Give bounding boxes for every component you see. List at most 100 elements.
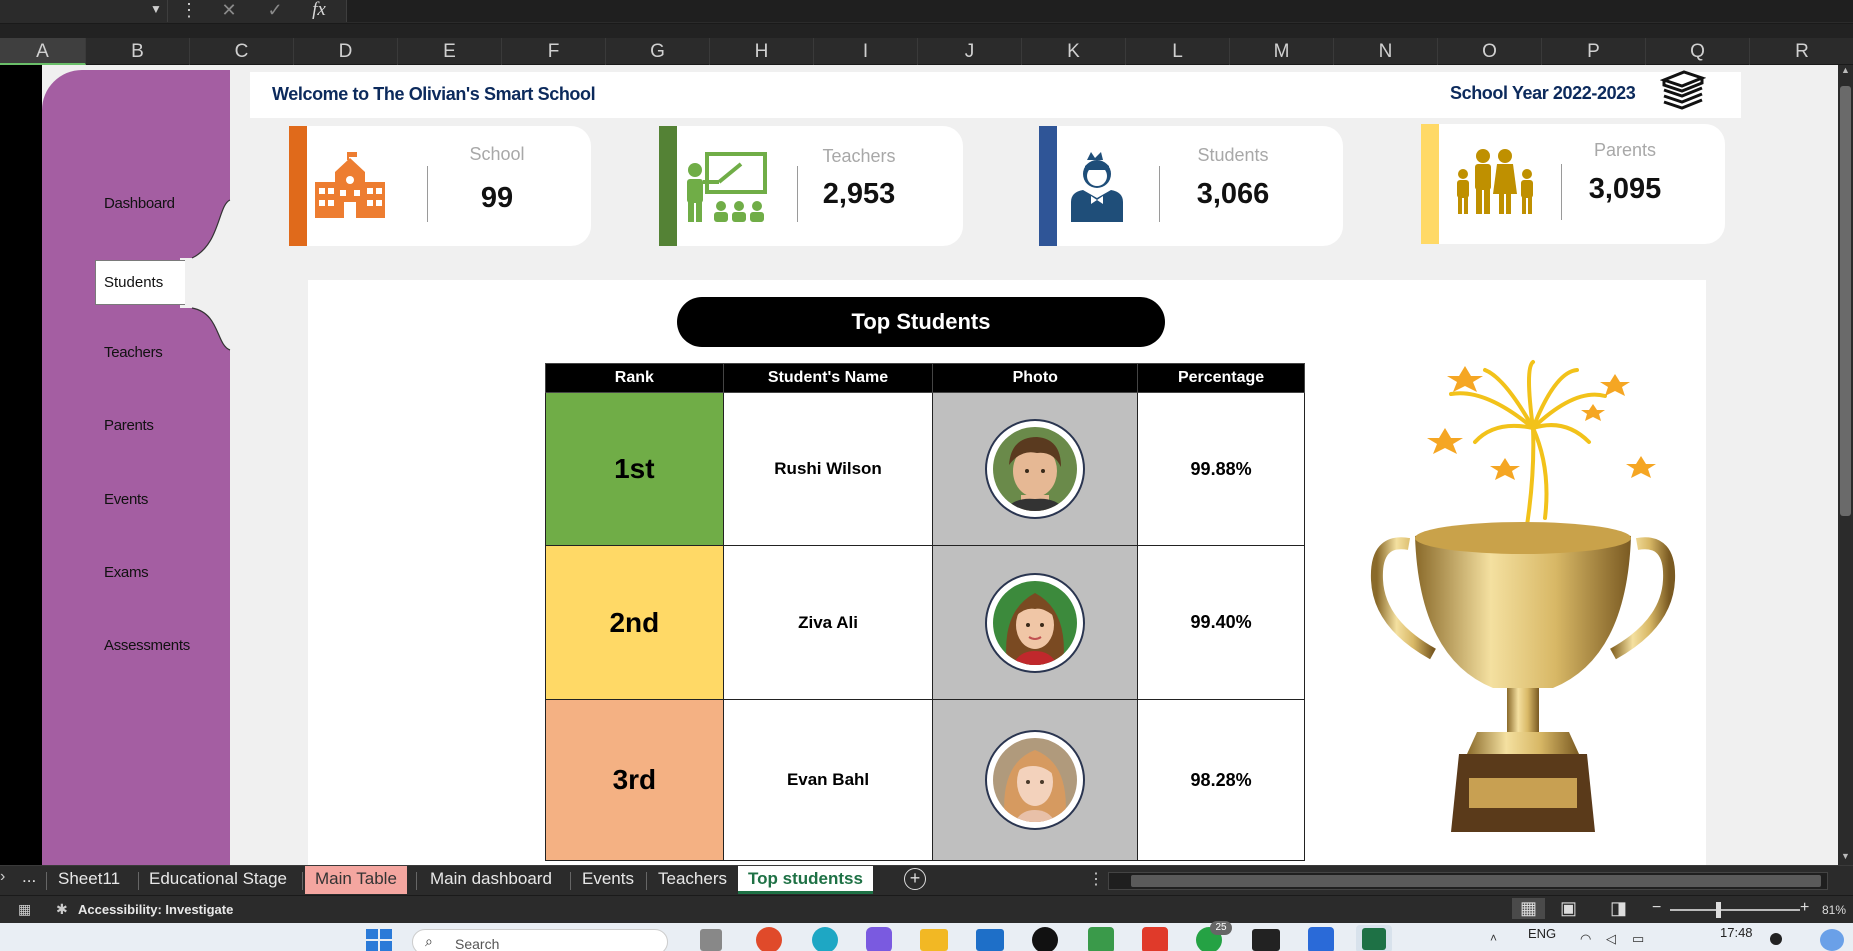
girl-portrait-icon xyxy=(993,738,1078,822)
tab-separator xyxy=(646,872,647,890)
column-header-o[interactable]: O xyxy=(1438,38,1542,65)
horizontal-scroll-thumb[interactable] xyxy=(1131,875,1821,887)
sidebar-item-teachers[interactable]: Teachers xyxy=(104,344,163,361)
tab-top-studentss[interactable]: Top studentss xyxy=(738,866,873,894)
battery-icon[interactable]: ▭ xyxy=(1632,931,1644,947)
column-header-j[interactable]: J xyxy=(918,38,1022,65)
zoom-in-icon[interactable]: + xyxy=(1800,899,1809,917)
insert-function-icon[interactable]: fx xyxy=(306,0,332,22)
kpi-accent-bar xyxy=(1421,124,1439,244)
more-sheets-button[interactable]: ... xyxy=(22,867,36,887)
horizontal-scrollbar[interactable] xyxy=(1108,872,1828,890)
tab-scroll-left-icon[interactable]: › xyxy=(0,868,5,886)
terminal-icon[interactable] xyxy=(1252,929,1280,951)
column-header-m[interactable]: M xyxy=(1230,38,1334,65)
tabs-options-icon[interactable]: ⋮ xyxy=(1088,869,1104,889)
excel-active-tile[interactable] xyxy=(1356,925,1392,951)
column-header-p[interactable]: P xyxy=(1542,38,1646,65)
scroll-down-icon[interactable]: ▼ xyxy=(1841,851,1850,861)
tray-expand-icon[interactable]: ˄ xyxy=(1490,931,1497,945)
tab-separator xyxy=(46,872,47,890)
windows-start-icon[interactable] xyxy=(366,929,392,951)
column-header-a[interactable]: A xyxy=(0,38,86,65)
zoom-slider-thumb[interactable] xyxy=(1716,902,1721,918)
sidebar-item-parents[interactable]: Parents xyxy=(104,417,154,434)
enter-check-icon[interactable]: ✓ xyxy=(262,0,288,22)
zoom-level[interactable]: 81% xyxy=(1822,903,1846,917)
column-header-k[interactable]: K xyxy=(1022,38,1126,65)
photo-cell xyxy=(932,392,1139,546)
column-header-f[interactable]: F xyxy=(502,38,606,65)
sidebar-item-exams[interactable]: Exams xyxy=(104,564,149,581)
dell-icon[interactable] xyxy=(1032,927,1058,951)
tab-events[interactable]: Events xyxy=(572,866,644,894)
sidebar-item-events[interactable]: Events xyxy=(104,491,148,508)
more-options-icon[interactable]: ⋮ xyxy=(180,0,198,22)
wifi-icon[interactable]: ◠ xyxy=(1580,931,1591,947)
pdf-icon[interactable] xyxy=(1142,927,1168,951)
language-indicator[interactable]: ENG xyxy=(1528,926,1556,941)
tab-teachers[interactable]: Teachers xyxy=(648,866,737,894)
zoom-out-icon[interactable]: − xyxy=(1652,899,1661,917)
column-header-r[interactable]: R xyxy=(1750,38,1853,65)
welcome-title: Welcome to The Olivian's Smart School xyxy=(272,84,596,104)
column-header-b[interactable]: B xyxy=(86,38,190,65)
family-icon xyxy=(1457,149,1533,214)
column-header-h[interactable]: H xyxy=(710,38,814,65)
status-bar: ▦ ✱ Accessibility: Investigate ▦ ▣ ◨ − +… xyxy=(0,895,1853,923)
tab-educational-stage[interactable]: Educational Stage xyxy=(139,866,297,894)
normal-view-icon[interactable]: ▦ xyxy=(1512,898,1546,919)
chrome-icon[interactable] xyxy=(756,927,782,951)
kpi-accent-bar xyxy=(1039,126,1057,246)
task-view-icon[interactable] xyxy=(700,929,722,951)
page-layout-icon[interactable]: ▣ xyxy=(1560,898,1577,919)
tab-main-table[interactable]: Main Table xyxy=(305,866,407,894)
vertical-scroll-thumb[interactable] xyxy=(1840,86,1851,516)
scroll-up-icon[interactable]: ▲ xyxy=(1841,65,1850,75)
zoom-slider[interactable] xyxy=(1670,909,1800,911)
tab-sheet11[interactable]: Sheet11 xyxy=(48,866,130,894)
name-box-dropdown-icon[interactable]: ▼ xyxy=(150,2,162,16)
column-header-n[interactable]: N xyxy=(1334,38,1438,65)
taskbar-search[interactable]: ⌕ Search xyxy=(412,929,668,951)
file-explorer-icon[interactable] xyxy=(920,929,948,951)
name-box[interactable]: ▼ xyxy=(0,0,168,22)
column-header-name: Student's Name xyxy=(722,363,934,393)
tab-separator xyxy=(416,872,417,890)
accessibility-icon[interactable]: ✱ xyxy=(56,901,68,918)
student-icon xyxy=(1071,152,1123,222)
add-sheet-button[interactable]: + xyxy=(904,868,926,890)
column-header-q[interactable]: Q xyxy=(1646,38,1750,65)
column-header-g[interactable]: G xyxy=(606,38,710,65)
page-break-icon[interactable]: ◨ xyxy=(1610,898,1627,919)
formula-input[interactable] xyxy=(346,0,1853,22)
column-header-e[interactable]: E xyxy=(398,38,502,65)
sidebar-item-dashboard[interactable]: Dashboard xyxy=(104,195,175,212)
volume-icon[interactable]: ◁ xyxy=(1606,931,1616,947)
column-header-i[interactable]: I xyxy=(814,38,918,65)
mail-icon[interactable] xyxy=(976,929,1004,951)
cancel-icon[interactable]: ✕ xyxy=(216,0,242,22)
tab-main-dashboard[interactable]: Main dashboard xyxy=(420,866,562,894)
clock-time[interactable]: 17:48 xyxy=(1720,925,1753,940)
copilot-icon[interactable] xyxy=(866,927,892,951)
sidebar-item-assessments[interactable]: Assessments xyxy=(104,637,190,654)
student-avatar xyxy=(985,572,1086,673)
copilot-tray-icon[interactable] xyxy=(1820,929,1844,951)
edge-icon[interactable] xyxy=(812,927,838,951)
store-icon[interactable] xyxy=(1308,927,1334,951)
sheet-view-icon[interactable]: ▦ xyxy=(18,901,31,918)
accessibility-status[interactable]: Accessibility: Investigate xyxy=(78,902,233,917)
column-header-d[interactable]: D xyxy=(294,38,398,65)
column-header-l[interactable]: L xyxy=(1126,38,1230,65)
sidebar-item-students[interactable]: Students xyxy=(95,260,185,305)
student-name-cell: Ziva Ali xyxy=(722,545,934,700)
column-header-c[interactable]: C xyxy=(190,38,294,65)
tab-separator xyxy=(302,872,303,890)
ribbon-gap xyxy=(0,24,1853,38)
notification-icon[interactable] xyxy=(1770,933,1782,945)
column-header-percentage: Percentage xyxy=(1137,363,1305,393)
app-icon[interactable] xyxy=(1088,927,1114,951)
kpi-card-school: School 99 xyxy=(289,126,591,246)
column-header-row: A B C D E F G H I J K L M N O P Q R xyxy=(0,38,1853,65)
